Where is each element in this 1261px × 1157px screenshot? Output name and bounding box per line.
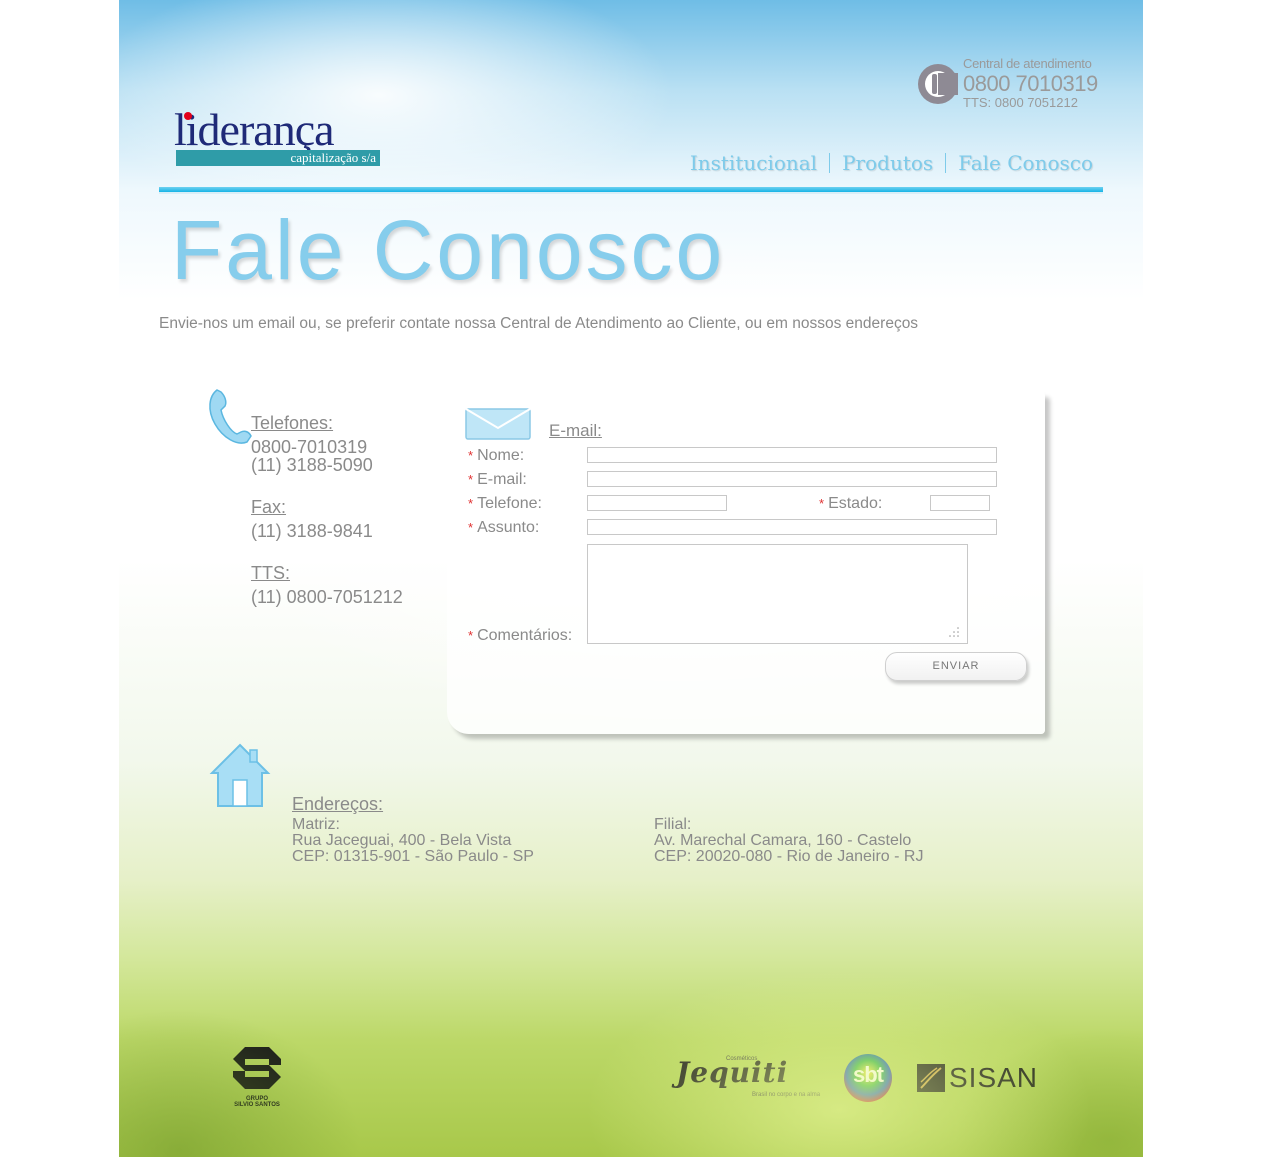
matriz-title: Matriz: <box>292 816 340 833</box>
envelope-icon <box>465 408 531 440</box>
email-label-text: E-mail: <box>477 471 527 488</box>
page-title: Fale Conosco <box>171 203 726 297</box>
required-mark: * <box>819 496 825 511</box>
sbt-text: sbt <box>853 1062 884 1087</box>
grupo-line2: SILVIO SANTOS <box>234 1102 280 1108</box>
call-center-box: Central de atendimento 0800 7010319 TTS:… <box>915 55 1098 115</box>
brand-logo-sub: capitalização s/a <box>290 150 376 165</box>
phone-icon <box>209 389 252 444</box>
required-mark: * <box>468 628 474 643</box>
email-input[interactable] <box>587 471 997 487</box>
header-divider <box>159 187 1103 194</box>
fax-number: (11) 3188-9841 <box>251 521 373 541</box>
phone-2: (11) 3188-5090 <box>251 455 373 475</box>
call-center-number: 0800 7010319 <box>963 71 1098 96</box>
brand-logo[interactable]: liderança capitalização s/a <box>174 106 384 170</box>
filial-line1: Av. Marechal Camara, 160 - Castelo <box>654 832 912 849</box>
resize-handle-icon[interactable] <box>949 627 959 637</box>
jequiti-logo[interactable]: Cosméticos Jequiti Brasil no corpo e na … <box>674 1042 821 1104</box>
page-intro: Envie-nos um email ou, se preferir conta… <box>159 315 919 332</box>
subject-input[interactable] <box>587 519 997 535</box>
name-label: * Nome: <box>468 447 524 465</box>
phone-label-text: Telefone: <box>477 495 542 512</box>
phone-label: * Telefone: <box>468 495 542 513</box>
required-mark: * <box>468 448 474 463</box>
sisan-logo[interactable]: SISAN <box>915 1060 1037 1104</box>
subject-label: * Assunto: <box>468 519 539 537</box>
sisan-text: SISAN <box>949 1062 1039 1093</box>
state-label: * Estado: <box>819 495 882 513</box>
jequiti-tagline: Brasil no corpo e na alma <box>752 1092 821 1098</box>
brand-logo-dot <box>184 112 192 120</box>
name-input[interactable] <box>587 447 997 463</box>
matriz-line1: Rua Jaceguai, 400 - Bela Vista <box>292 832 512 849</box>
comments-textarea[interactable] <box>587 544 968 644</box>
state-label-text: Estado: <box>828 495 883 512</box>
filial-line2: CEP: 20020-080 - Rio de Janeiro - RJ <box>654 848 924 865</box>
sisan-icon <box>917 1064 945 1092</box>
email-form-heading: E-mail: <box>549 421 602 440</box>
email-label: * E-mail: <box>468 471 527 489</box>
state-input[interactable] <box>930 495 990 511</box>
phone-input[interactable] <box>587 495 727 511</box>
house-icon <box>209 743 271 807</box>
required-mark: * <box>468 520 474 535</box>
nav-separator <box>945 153 947 173</box>
phone-1: 0800-7010319 <box>251 437 368 457</box>
page-background: liderança capitalização s/a Central de a… <box>119 0 1143 1157</box>
tts-number: (11) 0800-7051212 <box>251 587 403 607</box>
filial-title: Filial: <box>654 816 692 833</box>
tts-heading: TTS: <box>251 563 290 583</box>
nav-separator <box>829 153 831 173</box>
nav-item-institucional[interactable]: Institucional <box>690 151 817 175</box>
addresses-heading: Endereços: <box>292 794 384 814</box>
fax-heading: Fax: <box>251 497 287 517</box>
jequiti-name: Jequiti <box>676 1056 789 1089</box>
comments-label: * Comentários: <box>468 627 572 645</box>
required-mark: * <box>468 496 474 511</box>
required-mark: * <box>468 472 474 487</box>
name-label-text: Nome: <box>477 447 525 464</box>
nav-item-produtos[interactable]: Produtos <box>842 151 933 175</box>
call-center-label: Central de atendimento <box>963 56 1092 71</box>
brand-logo-word: liderança <box>174 104 335 155</box>
nav-item-fale-conosco[interactable]: Fale Conosco <box>958 151 1093 175</box>
grupo-silvio-santos-logo[interactable]: GRUPO SILVIO SANTOS <box>231 1045 283 1108</box>
phones-heading: Telefones: <box>251 413 334 433</box>
submit-button[interactable]: ENVIAR <box>885 652 1027 681</box>
matriz-line2: CEP: 01315-901 - São Paulo - SP <box>292 848 534 865</box>
grupo-silvio-santos-icon <box>233 1047 281 1089</box>
call-center-icon <box>918 64 958 104</box>
main-nav: Institucional Produtos Fale Conosco <box>690 148 1093 178</box>
subject-label-text: Assunto: <box>477 519 540 536</box>
comments-label-text: Comentários: <box>477 627 573 644</box>
sbt-logo[interactable]: sbt <box>843 1052 893 1104</box>
call-center-tts: TTS: 0800 7051212 <box>963 95 1078 110</box>
